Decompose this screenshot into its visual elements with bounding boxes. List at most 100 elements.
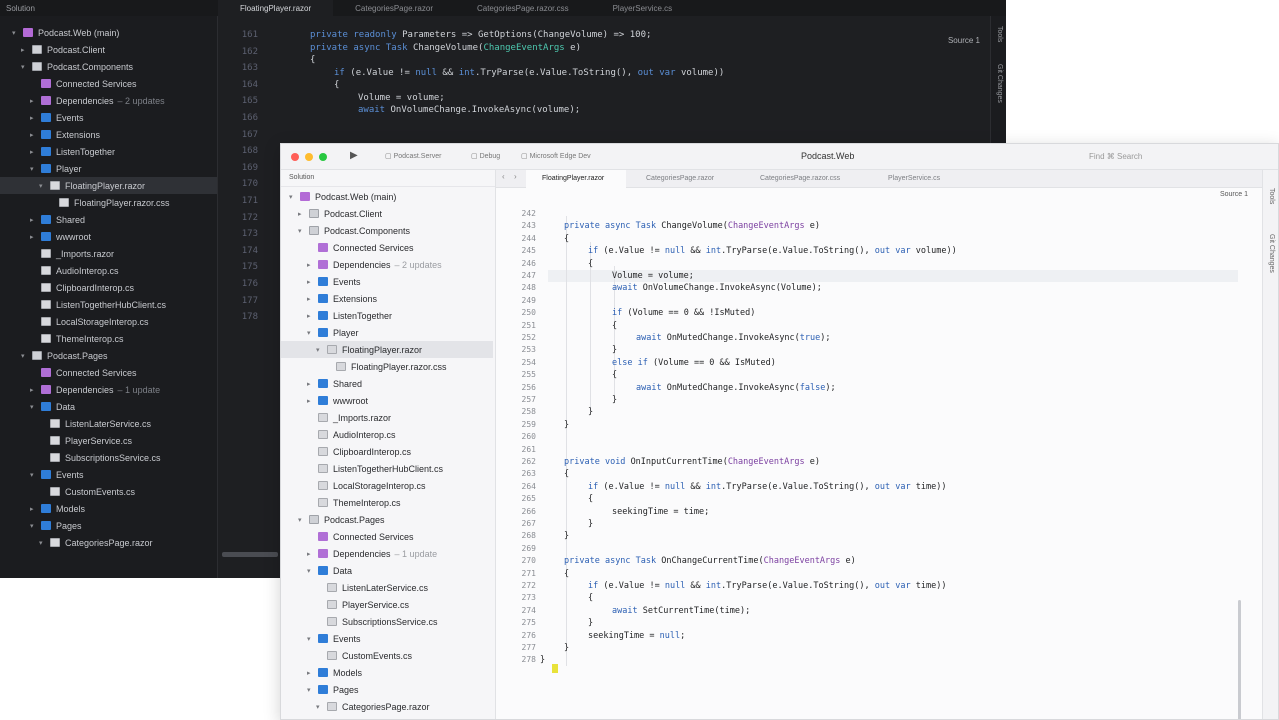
dark-tab-playerservice[interactable]: PlayerService.cs (591, 0, 695, 16)
tree-item[interactable]: ▾ Pages (30, 517, 82, 534)
close-window-button[interactable] (291, 153, 299, 161)
dark-source-label[interactable]: Source 1 (948, 36, 980, 45)
chevron-right-icon[interactable]: ▸ (30, 148, 38, 156)
chevron-down-icon[interactable]: ▾ (298, 227, 306, 235)
chevron-down-icon[interactable]: ▾ (30, 165, 38, 173)
tree-item[interactable]: Connected Services (307, 239, 414, 256)
tree-item[interactable]: AudioInterop.cs (307, 426, 396, 443)
tools-label[interactable]: Tools (1268, 188, 1275, 204)
tree-item[interactable]: ▾ Pages (307, 681, 359, 698)
dark-git-changes-label[interactable]: Git Changes (996, 64, 1003, 103)
tab-playerservice[interactable]: PlayerService.cs (888, 170, 940, 188)
tree-item[interactable]: ▸ ListenTogether (30, 143, 115, 160)
tree-item[interactable]: ▸ Dependencies – 2 updates (307, 256, 442, 273)
tree-item[interactable]: ListenLaterService.cs (39, 415, 151, 432)
tree-item[interactable]: CustomEvents.cs (316, 647, 412, 664)
tree-item[interactable]: ▸ Dependencies – 2 updates (30, 92, 165, 109)
chevron-down-icon[interactable]: ▾ (39, 182, 47, 190)
tree-item[interactable]: ▾ Podcast.Pages (298, 511, 385, 528)
chevron-down-icon[interactable]: ▾ (307, 686, 315, 694)
chevron-down-icon[interactable]: ▾ (316, 703, 324, 711)
tree-item[interactable]: CustomEvents.cs (39, 483, 135, 500)
tree-item[interactable]: ▾ Events (30, 466, 84, 483)
source-label[interactable]: Source 1 (1220, 191, 1248, 198)
chevron-right-icon[interactable]: ▸ (30, 505, 38, 513)
chevron-right-icon[interactable]: ▸ (307, 278, 315, 286)
chevron-down-icon[interactable]: ▾ (39, 539, 47, 547)
tree-item[interactable]: ▸ ListenTogether (307, 307, 392, 324)
chevron-down-icon[interactable]: ▾ (30, 403, 38, 411)
tree-item[interactable]: ▸ Extensions (30, 126, 100, 143)
chevron-down-icon[interactable]: ▾ (307, 329, 315, 337)
search-field[interactable]: Find ⌘ Search (1089, 152, 1142, 161)
chevron-right-icon[interactable]: ▸ (307, 312, 315, 320)
chevron-right-icon[interactable]: ▸ (298, 210, 306, 218)
nav-forward-icon[interactable]: › (514, 172, 517, 181)
chevron-right-icon[interactable]: ▸ (307, 261, 315, 269)
tree-item[interactable]: ▾ Podcast.Web (main) (12, 24, 119, 41)
tree-item[interactable]: ▾ Podcast.Components (21, 58, 133, 75)
chevron-right-icon[interactable]: ▸ (307, 380, 315, 388)
tree-item[interactable]: ▸ Events (30, 109, 84, 126)
chevron-right-icon[interactable]: ▸ (30, 386, 38, 394)
chevron-right-icon[interactable]: ▸ (21, 46, 29, 54)
tab-floatingplayer[interactable]: FloatingPlayer.razor (526, 170, 626, 188)
tree-item[interactable]: _Imports.razor (307, 409, 391, 426)
chevron-down-icon[interactable]: ▾ (12, 29, 20, 37)
tree-item[interactable]: ▸ Events (307, 273, 361, 290)
tree-item[interactable]: ▾ CategoriesPage.razor (316, 698, 430, 715)
chevron-right-icon[interactable]: ▸ (30, 97, 38, 105)
chevron-down-icon[interactable]: ▾ (21, 352, 29, 360)
vertical-scrollbar[interactable] (1238, 600, 1241, 719)
tree-item[interactable]: ▾ Podcast.Components (298, 222, 410, 239)
tree-item[interactable]: ClipboardInterop.cs (307, 443, 411, 460)
tree-item[interactable]: ▸ Shared (307, 375, 362, 392)
tree-item[interactable]: Connected Services (30, 75, 137, 92)
tree-item[interactable]: PlayerService.cs (316, 596, 409, 613)
tab-categoriespage-css[interactable]: CategoriesPage.razor.css (760, 170, 840, 188)
dark-tools-label[interactable]: Tools (996, 26, 1003, 42)
chevron-right-icon[interactable]: ▸ (307, 295, 315, 303)
startup-project-selector[interactable]: ▢ Podcast.Server (385, 152, 441, 160)
tree-item[interactable]: ▾ FloatingPlayer.razor (281, 341, 493, 358)
configuration-selector[interactable]: ▢ Debug (471, 152, 500, 160)
tree-item[interactable]: ListenLaterService.cs (316, 579, 428, 596)
run-icon[interactable]: ▶ (350, 150, 358, 161)
minimize-window-button[interactable] (305, 153, 313, 161)
target-browser-selector[interactable]: ▢ Microsoft Edge Dev (521, 152, 591, 160)
nav-back-icon[interactable]: ‹ (502, 172, 505, 181)
git-changes-label[interactable]: Git Changes (1268, 234, 1275, 273)
tree-item[interactable]: LocalStorageInterop.cs (307, 477, 426, 494)
tree-item[interactable]: ClipboardInterop.cs (30, 279, 134, 296)
tree-item[interactable]: ▾ CategoriesPage.razor (39, 534, 153, 551)
tree-item[interactable]: ▸ Dependencies – 1 update (30, 381, 160, 398)
tree-item[interactable]: ▸ Models (307, 664, 362, 681)
chevron-down-icon[interactable]: ▾ (30, 522, 38, 530)
tree-item[interactable]: ▾ FloatingPlayer.razor (0, 177, 217, 194)
chevron-down-icon[interactable]: ▾ (307, 635, 315, 643)
tree-item[interactable]: SubscriptionsService.cs (316, 613, 438, 630)
tree-item[interactable]: Connected Services (307, 528, 414, 545)
tree-item[interactable]: ▸ Shared (30, 211, 85, 228)
chevron-right-icon[interactable]: ▸ (307, 669, 315, 677)
chevron-down-icon[interactable]: ▾ (307, 567, 315, 575)
tab-categoriespage[interactable]: CategoriesPage.razor (646, 170, 714, 188)
tree-item[interactable]: _Imports.razor (30, 245, 114, 262)
chevron-right-icon[interactable]: ▸ (30, 114, 38, 122)
tree-item[interactable]: ▾ Events (307, 630, 361, 647)
tree-item[interactable]: ▾ Data (307, 562, 352, 579)
tree-item[interactable]: ▸ wwwroot (30, 228, 91, 245)
tree-item[interactable]: ▸ Models (30, 500, 85, 517)
tree-item[interactable]: CategoriesPage.razor.css (325, 715, 454, 720)
chevron-right-icon[interactable]: ▸ (30, 233, 38, 241)
code-editor[interactable]: Source 1 242 243 244 245 246 247 248 249 250 251 2… (496, 188, 1264, 719)
dark-horizontal-scrollbar[interactable] (222, 552, 278, 557)
chevron-right-icon[interactable]: ▸ (307, 550, 315, 558)
tree-item[interactable]: FloatingPlayer.razor.css (48, 194, 170, 211)
chevron-right-icon[interactable]: ▸ (30, 131, 38, 139)
chevron-down-icon[interactable]: ▾ (316, 346, 324, 354)
dark-tab-categoriespage[interactable]: CategoriesPage.razor (333, 0, 455, 16)
tree-item[interactable]: FloatingPlayer.razor.css (325, 358, 447, 375)
tree-item[interactable]: ▸ Podcast.Client (298, 205, 382, 222)
tree-item[interactable]: ▾ Podcast.Pages (21, 347, 108, 364)
